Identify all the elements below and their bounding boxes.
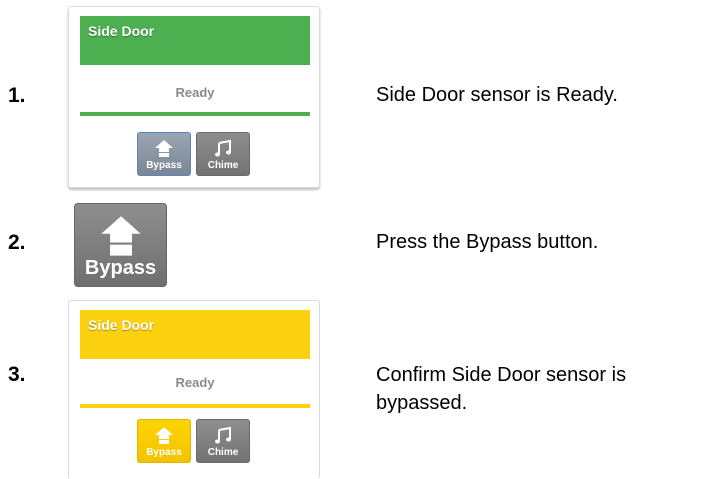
bypass-label: Bypass: [146, 160, 182, 171]
status-line: [80, 404, 310, 408]
bypass-icon: [100, 216, 141, 256]
step-1-description: Side Door sensor is Ready.: [376, 84, 618, 106]
card-status: Ready: [175, 85, 215, 100]
bypass-label: Bypass: [84, 257, 157, 279]
chime-button[interactable]: Chime: [196, 419, 250, 463]
step-3-description: Confirm Side Door sensor is bypassed.: [376, 364, 627, 414]
chime-icon: [215, 139, 231, 157]
bypass-button[interactable]: Bypass: [137, 132, 191, 176]
card-status: Ready: [175, 375, 215, 390]
step-2-number: 2.: [8, 231, 26, 254]
step-2-description: Press the Bypass button.: [376, 231, 599, 253]
chime-label: Chime: [207, 160, 239, 171]
chime-icon: [215, 426, 231, 444]
step-3-number: 3.: [8, 363, 26, 386]
bypass-icon: [155, 427, 173, 444]
bypass-button-large[interactable]: Bypass: [74, 203, 167, 287]
bypass-label: Bypass: [146, 447, 182, 458]
card-header: Side Door: [80, 16, 310, 65]
sensor-card-side-door-bypassed: Side Door Ready Bypass Chime: [68, 300, 320, 479]
bypass-button-active[interactable]: Bypass: [137, 419, 191, 463]
card-header: Side Door: [80, 310, 310, 359]
chime-button[interactable]: Chime: [196, 132, 250, 176]
status-line: [80, 112, 310, 116]
bypass-icon: [155, 140, 173, 157]
sensor-card-side-door: Side Door Ready Bypass Chime: [68, 6, 320, 188]
step-1-number: 1.: [8, 84, 26, 107]
chime-label: Chime: [207, 447, 239, 458]
